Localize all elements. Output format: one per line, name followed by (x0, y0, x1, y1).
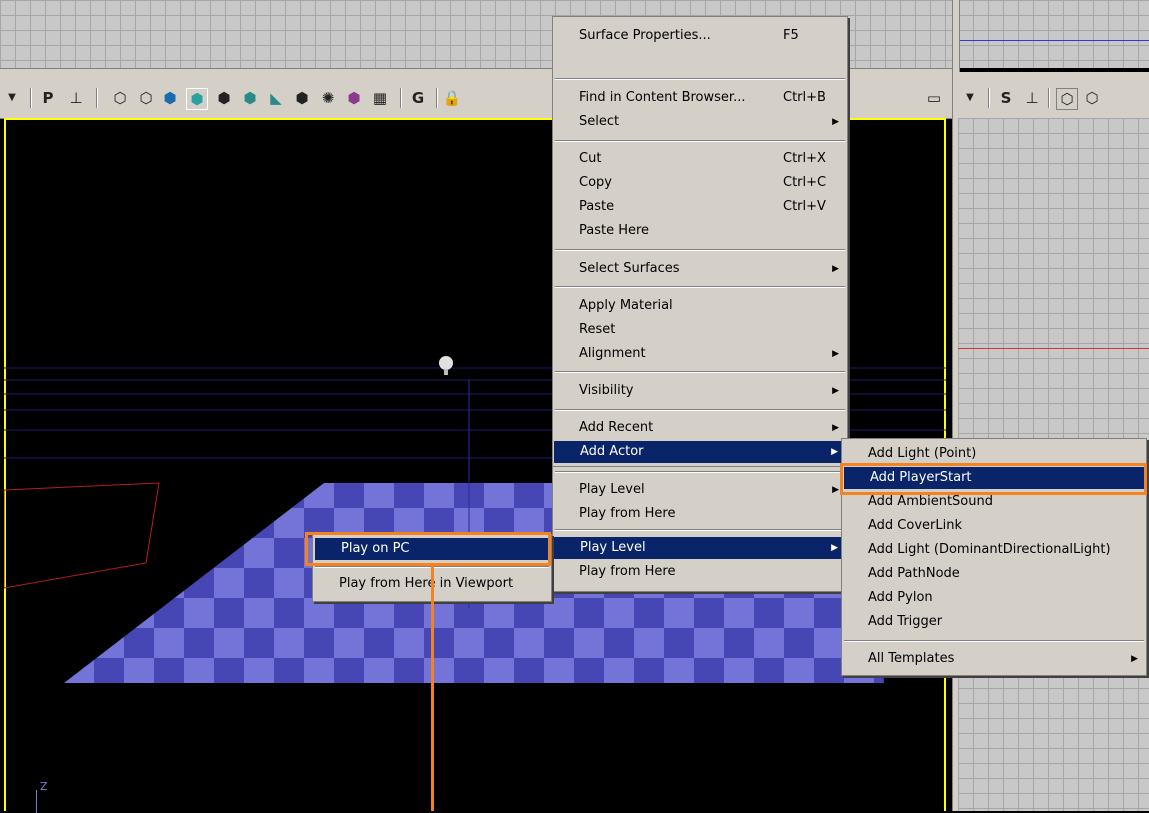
play-context-menu: Play Level ▶ Play from Here Play Level ▶ P… (552, 466, 848, 592)
menu-item-cut[interactable]: Cut Ctrl+X (553, 148, 847, 170)
menu-item-add-pylon[interactable]: Add Pylon (842, 587, 1146, 609)
toolbar-separator (30, 88, 32, 108)
axis-z-line (36, 790, 37, 813)
menu-item-add-pathnode[interactable]: Add PathNode (842, 563, 1146, 585)
lightmap-density-icon[interactable]: ✺ (318, 88, 338, 108)
brush-wireframe-icon[interactable]: ⬡ (110, 88, 130, 108)
game-view-button[interactable]: G (408, 88, 428, 108)
red-axis-line (958, 348, 1149, 349)
submenu-arrow-icon: ▶ (831, 543, 838, 553)
menu-item-find-in-content-browser[interactable]: Find in Content Browser... Ctrl+B (553, 87, 847, 109)
lock-to-actor-icon[interactable]: ⊥ (1022, 88, 1042, 108)
menu-separator (555, 471, 845, 473)
menu-item-select-surfaces[interactable]: Select Surfaces ▶ (553, 258, 847, 280)
submenu-arrow-icon: ▶ (1131, 654, 1138, 664)
axis-z-label: Z (40, 780, 48, 793)
menu-item-add-coverlink[interactable]: Add CoverLink (842, 515, 1146, 537)
menu-separator (555, 286, 845, 288)
menu-item-select[interactable]: Select ▶ (553, 111, 847, 133)
menu-item-add-actor[interactable]: Add Actor ▶ (554, 441, 846, 463)
menu-separator (555, 529, 845, 531)
menu-separator (555, 371, 845, 373)
lighting-only-icon[interactable]: ⬢ (214, 88, 234, 108)
toolbar-separator (436, 88, 438, 108)
menu-item-apply-material[interactable]: Apply Material (553, 295, 847, 317)
lit-icon[interactable]: ⬢ (186, 88, 208, 110)
red-brush-outline[interactable] (4, 482, 160, 589)
brush-wireframe-icon[interactable]: ⬡ (1056, 88, 1078, 110)
unlit-icon[interactable]: ⬢ (160, 88, 180, 108)
submenu-arrow-icon: ▶ (832, 264, 839, 274)
menu-item-play-level-highlighted[interactable]: Play Level ▶ (554, 537, 846, 559)
menu-item-play-from-here[interactable]: Play from Here (553, 503, 847, 525)
maximize-viewport-icon[interactable]: ▭ (924, 88, 944, 108)
menu-item-add-recent[interactable]: Add Recent ▶ (553, 417, 847, 439)
menu-item-add-light-point[interactable]: Add Light (Point) (842, 443, 1146, 465)
submenu-arrow-icon: ▶ (832, 423, 839, 433)
menu-item-alignment[interactable]: Alignment ▶ (553, 343, 847, 365)
submenu-arrow-icon: ▶ (832, 485, 839, 495)
callout-box-play-on-pc (305, 532, 551, 566)
menu-item-visibility[interactable]: Visibility ▶ (553, 380, 847, 402)
callout-line-play-on-pc (431, 566, 434, 811)
menu-separator (555, 409, 845, 411)
toolbar-separator (988, 88, 990, 108)
callout-box-add-playerstart (840, 463, 1147, 495)
menu-separator (844, 640, 1144, 642)
context-menu: Surface Properties... F5 Find in Content … (552, 16, 848, 468)
menu-separator (555, 249, 845, 251)
lock-to-actor-icon[interactable]: ⊥ (66, 88, 86, 108)
submenu-arrow-icon: ▶ (832, 349, 839, 359)
menu-item-paste-here[interactable]: Paste Here (553, 220, 847, 242)
menu-separator (555, 78, 845, 80)
submenu-arrow-icon: ▶ (832, 117, 839, 127)
toolbar-separator (96, 88, 98, 108)
side-view-button[interactable]: S (996, 88, 1016, 108)
side-viewport-toolbar: ▼ S ⊥ ⬡ ⬡ (958, 72, 1149, 119)
menu-item-paste[interactable]: Paste Ctrl+V (553, 196, 847, 218)
viewport-options-dropdown-icon[interactable]: ▼ (960, 88, 980, 108)
menu-item-play-from-here-2[interactable]: Play from Here (553, 561, 847, 583)
blue-axis-line (958, 40, 1149, 41)
shader-complexity-icon[interactable]: ⬢ (292, 88, 312, 108)
menu-item-surface-properties[interactable]: Surface Properties... F5 (553, 25, 847, 47)
lighting-buffer-icon[interactable]: ⬢ (344, 88, 364, 108)
light-complexity-icon[interactable]: ⬢ (240, 88, 260, 108)
submenu-arrow-icon: ▶ (831, 447, 838, 457)
perspective-mode-button[interactable]: P (38, 88, 58, 108)
menu-item-add-dominant-directional-light[interactable]: Add Light (DominantDirectionalLight) (842, 539, 1146, 561)
wireframe-icon[interactable]: ⬡ (1082, 88, 1102, 108)
top-right-viewport-grid[interactable] (958, 0, 1149, 68)
wireframe-icon[interactable]: ⬡ (136, 88, 156, 108)
menu-item-reset[interactable]: Reset (553, 319, 847, 341)
lock-viewport-icon[interactable]: 🔒 (442, 88, 462, 108)
viewport-options-dropdown-icon[interactable]: ▼ (2, 88, 22, 108)
menu-item-all-templates[interactable]: All Templates ▶ (842, 648, 1146, 670)
texture-density-icon[interactable]: ◣ (266, 88, 286, 108)
toolbar-separator (400, 88, 402, 108)
menu-item-play-level[interactable]: Play Level ▶ (553, 479, 847, 501)
menu-item-copy[interactable]: Copy Ctrl+C (553, 172, 847, 194)
submenu-arrow-icon: ▶ (832, 386, 839, 396)
sound-actor-icon[interactable] (439, 356, 453, 375)
menu-item-add-trigger[interactable]: Add Trigger (842, 611, 1146, 633)
reflections-icon[interactable]: ▦ (370, 88, 390, 108)
toolbar-separator (1048, 88, 1050, 108)
menu-separator (555, 140, 845, 142)
